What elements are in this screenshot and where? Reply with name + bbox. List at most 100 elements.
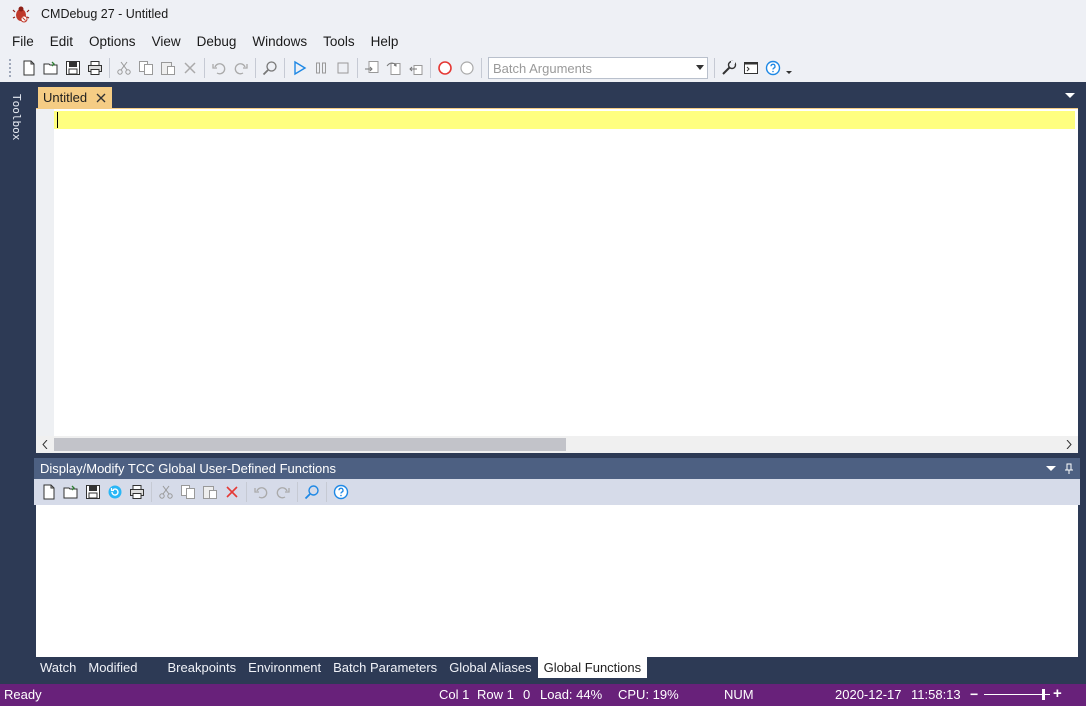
code-editor[interactable] xyxy=(36,108,1078,453)
menu-windows[interactable]: Windows xyxy=(244,34,315,49)
open-icon[interactable] xyxy=(60,481,82,503)
status-zero: 0 xyxy=(523,687,531,702)
print-icon[interactable] xyxy=(84,57,106,79)
bug-icon xyxy=(11,4,31,24)
stop-icon[interactable] xyxy=(332,57,354,79)
find-icon[interactable] xyxy=(301,481,323,503)
global-functions-list[interactable] xyxy=(36,505,1078,657)
toolbox-tab[interactable]: Toolbox xyxy=(10,94,23,140)
paste-icon[interactable] xyxy=(157,57,179,79)
main-toolbar: Batch Arguments xyxy=(0,54,1086,82)
status-cpu: CPU: 19% xyxy=(618,687,679,702)
save-icon[interactable] xyxy=(82,481,104,503)
settings-icon[interactable] xyxy=(718,57,740,79)
document-tab-row: Untitled xyxy=(34,82,1086,108)
print-icon[interactable] xyxy=(126,481,148,503)
bottom-tab-bar: Watch Modified Breakpoints Environment B… xyxy=(34,657,1080,678)
menu-help[interactable]: Help xyxy=(363,34,407,49)
batch-arguments-combo[interactable]: Batch Arguments xyxy=(488,57,708,79)
current-line-highlight xyxy=(54,111,1075,129)
tab-modified[interactable]: Modified xyxy=(82,657,143,678)
find-icon[interactable] xyxy=(259,57,281,79)
close-icon[interactable] xyxy=(95,92,107,104)
step-out-icon[interactable] xyxy=(405,57,427,79)
run-icon[interactable] xyxy=(288,57,310,79)
toolbar-separator xyxy=(714,58,715,78)
menu-tools[interactable]: Tools xyxy=(315,34,363,49)
window-title: CMDebug 27 - Untitled xyxy=(41,7,169,21)
zoom-slider-thumb[interactable] xyxy=(1042,689,1045,700)
title-bar: CMDebug 27 - Untitled xyxy=(0,0,1086,28)
refresh-icon[interactable] xyxy=(104,481,126,503)
zoom-in-button[interactable]: + xyxy=(1053,685,1062,702)
delete-icon[interactable] xyxy=(179,57,201,79)
status-date: 2020-12-17 xyxy=(835,687,902,702)
cut-icon[interactable] xyxy=(113,57,135,79)
save-icon[interactable] xyxy=(62,57,84,79)
redo-icon[interactable] xyxy=(272,481,294,503)
scroll-left-icon[interactable] xyxy=(38,436,52,453)
status-ready: Ready xyxy=(4,687,42,702)
undo-icon[interactable] xyxy=(250,481,272,503)
toolbar-separator xyxy=(430,58,431,78)
toolbar-separator xyxy=(109,58,110,78)
menu-file[interactable]: File xyxy=(4,34,42,49)
frame-edge xyxy=(1080,458,1086,684)
toolbar-grip[interactable] xyxy=(8,58,12,78)
menu-debug[interactable]: Debug xyxy=(189,34,245,49)
clear-breakpoint-icon[interactable] xyxy=(456,57,478,79)
menu-bar: File Edit Options View Debug Windows Too… xyxy=(0,28,1086,54)
delete-icon[interactable] xyxy=(221,481,243,503)
tab-global-aliases[interactable]: Global Aliases xyxy=(443,657,537,678)
panel-menu-icon[interactable] xyxy=(1044,462,1058,476)
console-icon[interactable] xyxy=(740,57,762,79)
toolbar-separator xyxy=(204,58,205,78)
toolbar-separator xyxy=(151,482,152,502)
zoom-out-button[interactable]: − xyxy=(970,686,978,702)
help-icon[interactable] xyxy=(762,57,784,79)
menu-edit[interactable]: Edit xyxy=(42,34,81,49)
status-load: Load: 44% xyxy=(540,687,603,702)
tab-global-functions[interactable]: Global Functions xyxy=(537,657,648,678)
horizontal-scrollbar[interactable] xyxy=(36,436,1078,453)
menu-view[interactable]: View xyxy=(144,34,189,49)
scroll-thumb[interactable] xyxy=(54,438,566,451)
status-num: NUM xyxy=(724,687,754,702)
step-over-icon[interactable] xyxy=(383,57,405,79)
text-caret xyxy=(57,112,58,128)
toolbar-separator xyxy=(357,58,358,78)
tab-list-dropdown-icon[interactable] xyxy=(1064,90,1076,102)
undo-icon[interactable] xyxy=(208,57,230,79)
menu-options[interactable]: Options xyxy=(81,34,144,49)
copy-icon[interactable] xyxy=(135,57,157,79)
pause-icon[interactable] xyxy=(310,57,332,79)
tab-batch-parameters[interactable]: Batch Parameters xyxy=(327,657,443,678)
help-icon[interactable] xyxy=(330,481,352,503)
tab-untitled[interactable]: Untitled xyxy=(38,87,112,108)
chevron-down-icon[interactable] xyxy=(693,65,707,71)
toolbar-overflow-icon[interactable] xyxy=(784,57,794,79)
status-bar: Ready Col 1 Row 1 0 Load: 44% CPU: 19% N… xyxy=(0,684,1086,706)
pin-icon[interactable] xyxy=(1062,462,1076,476)
status-time: 11:58:13 xyxy=(911,687,961,702)
copy-icon[interactable] xyxy=(177,481,199,503)
breakpoint-icon[interactable] xyxy=(434,57,456,79)
cut-icon[interactable] xyxy=(155,481,177,503)
tab-breakpoints[interactable]: Breakpoints xyxy=(162,657,243,678)
redo-icon[interactable] xyxy=(230,57,252,79)
new-icon[interactable] xyxy=(38,481,60,503)
new-icon[interactable] xyxy=(18,57,40,79)
toolbar-separator xyxy=(481,58,482,78)
toolbar-separator xyxy=(297,482,298,502)
batch-arguments-input[interactable]: Batch Arguments xyxy=(489,61,693,76)
tab-environment[interactable]: Environment xyxy=(242,657,327,678)
open-icon[interactable] xyxy=(40,57,62,79)
tab-watch[interactable]: Watch xyxy=(34,657,82,678)
scroll-right-icon[interactable] xyxy=(1062,436,1076,453)
zoom-slider[interactable] xyxy=(984,694,1050,695)
status-col: Col 1 xyxy=(439,687,470,702)
tab-label: Untitled xyxy=(43,90,88,105)
paste-icon[interactable] xyxy=(199,481,221,503)
toolbox-strip: Toolbox xyxy=(0,82,34,682)
step-into-icon[interactable] xyxy=(361,57,383,79)
